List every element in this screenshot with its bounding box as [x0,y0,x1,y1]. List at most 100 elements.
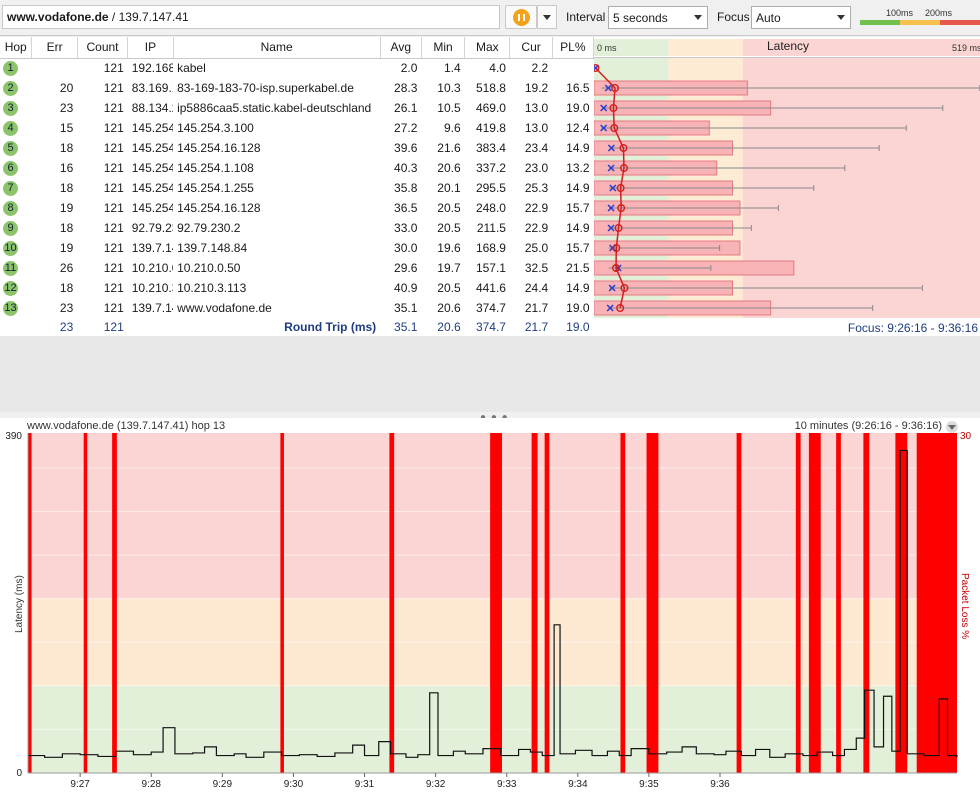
column-header-pl[interactable]: PL% [552,37,595,59]
avg-cell: 40.3 [394,161,418,175]
name-cell: 145.254.16.128 [177,201,261,215]
summary-count: 121 [77,318,128,336]
count-cell: 121 [103,201,124,215]
target-address-field[interactable]: www.vodafone.de / 139.7.147.41 [2,5,500,29]
summary-avg: 35.1 [380,318,422,336]
err-cell: 18 [59,141,74,155]
pl-cell: 16.5 [566,81,590,95]
err-cell [32,58,77,78]
cur-cell: 2.2 [531,61,549,76]
x-tick-label: 9:30 [284,779,304,790]
summary-label: Round Trip (ms) [173,318,381,336]
focus-select[interactable]: Auto [751,6,851,29]
packet-loss-bar [736,433,742,773]
table-row[interactable]: 12 18 121 10.210.3.113 10.210.3.113 40.9 20.5 4… [0,278,594,298]
interval-label: Interval [566,10,606,24]
hop-status-icon: 4 [3,121,18,136]
chevron-down-icon [694,15,702,20]
avg-cell: 39.6 [394,141,418,155]
hop-status-icon: 13 [3,301,18,316]
chevron-down-icon[interactable] [946,421,958,433]
count-cell: 121 [103,261,124,275]
pause-options-dropdown[interactable] [537,5,557,29]
timeline-pane: 390 0 30 Latency (ms) Packet Loss % 9:27 9:28 9… [0,418,980,797]
table-row[interactable]: 5 18 121 145.254.16.128145.254.16.128 39.6 21… [0,138,594,158]
column-header-count[interactable]: Count [77,37,129,59]
max-cell: 419.8 [475,121,506,135]
hop-status-icon: 7 [3,181,18,196]
latency-overview-graph: 0 ms Latency 519 ms [594,37,980,318]
time-range-label[interactable]: 10 minutes (9:26:16 - 9:36:16) [795,420,942,432]
target-separator: / [108,10,119,24]
avg-cell: 36.5 [394,201,418,215]
column-header-max[interactable]: Max [464,37,511,59]
summary-err: 23 [31,318,78,336]
table-row[interactable]: 9 18 121 92.79.230.2 92.79.230.2 33.0 20.5 211.… [0,218,594,238]
scale-label-200: 200ms [925,8,953,18]
column-header-ip[interactable]: IP [127,37,174,59]
ip-cell: 145.254.16.128 [131,141,174,155]
column-header-hop[interactable]: Hop [0,37,33,59]
table-row[interactable]: 13 23 121 139.7.147.41 www.vodafone.de 35.1 20… [0,298,594,318]
table-row[interactable]: 10 19 121 139.7.148.84 139.7.148.84 30.0 19.6 1… [0,238,594,258]
err-cell: 26 [59,261,74,275]
pause-button[interactable] [505,5,537,29]
avg-cell: 29.6 [394,261,418,275]
hop-cell: 7 [0,178,32,198]
summary-empty [0,318,32,336]
table-row[interactable]: 7 18 121 145.254.1.255145.254.1.255 35.8 20.1… [0,178,594,198]
ip-cell: 139.7.147.41 [131,301,173,315]
chevron-down-icon [837,15,845,20]
hop-cell: 8 [0,198,32,218]
ip-cell: 92.79.230.2 [131,221,173,235]
column-header-err[interactable]: Err [31,37,78,59]
column-header-name[interactable]: Name [173,37,381,59]
hop-cell: 10 [0,238,32,258]
name-cell: 10.210.3.113 [177,281,247,295]
hop-status-icon: 11 [3,261,18,276]
ip-cell: 145.254.1.255 [131,181,174,195]
ip-cell: 10.210.3.113 [131,281,173,295]
err-cell: 23 [59,301,74,315]
x-tick-label: 9:31 [355,779,375,790]
table-row[interactable]: 1 121 192.168.0.1 kabel 2.0 1.4 4.0 2.2 [0,58,594,78]
count-cell: 121 [103,61,124,76]
avg-cell: 26.1 [394,101,418,115]
y2-axis-title: Packet Loss % [959,573,970,639]
table-row[interactable]: 8 19 121 145.254.16.128145.254.16.128 36.5 20… [0,198,594,218]
column-header-min[interactable]: Min [421,37,466,59]
packet-loss-bar [836,433,841,773]
table-row[interactable]: 2 20 121 83.169.183.70 83-169-183-70-isp.sup… [0,78,594,98]
pl-cell: 14.9 [566,221,590,235]
max-cell: 168.9 [475,241,506,255]
x-tick-label: 9:29 [213,779,233,790]
x-tick-label: 9:27 [70,779,90,790]
table-row[interactable]: 6 16 121 145.254.1.108145.254.1.108 40.3 20.6… [0,158,594,178]
min-cell: 1.4 [443,61,461,76]
latency-header-label: Latency [767,39,809,53]
ip-cell: 145.254.1.108 [131,161,174,175]
interval-select[interactable]: 5 seconds [608,6,708,29]
min-cell: 20.5 [437,201,461,215]
pl-cell: 14.9 [566,141,590,155]
interval-value: 5 seconds [613,11,668,25]
table-row[interactable]: 3 23 121 88.134.202.165 ip5886caa5.static.ka… [0,98,594,118]
table-row[interactable]: 4 15 121 145.254.3.100145.254.3.100 27.2 9.6 4… [0,118,594,138]
packet-loss-bar [83,433,88,773]
x-tick-label: 9:35 [639,779,659,790]
avg-cell: 40.9 [394,281,418,295]
cur-cell: 32.5 [524,261,549,275]
hop-cell: 4 [0,118,32,138]
avg-cell: 35.8 [394,181,418,195]
column-header-avg[interactable]: Avg [380,37,422,59]
min-cell: 20.1 [437,181,461,195]
cur-cell: 13.0 [524,101,549,115]
packet-loss-bar [795,433,801,773]
name-cell: 83-169-183-70-isp.superkabel.de [177,81,354,95]
max-cell: 383.4 [475,141,506,155]
focus-label: Focus [717,10,750,24]
table-row[interactable]: 11 26 121 10.210.0.50 10.210.0.50 29.6 19.7 157… [0,258,594,278]
column-header-cur[interactable]: Cur [509,37,553,59]
pl-cell: 12.4 [566,121,590,135]
err-cell: 18 [59,281,74,295]
